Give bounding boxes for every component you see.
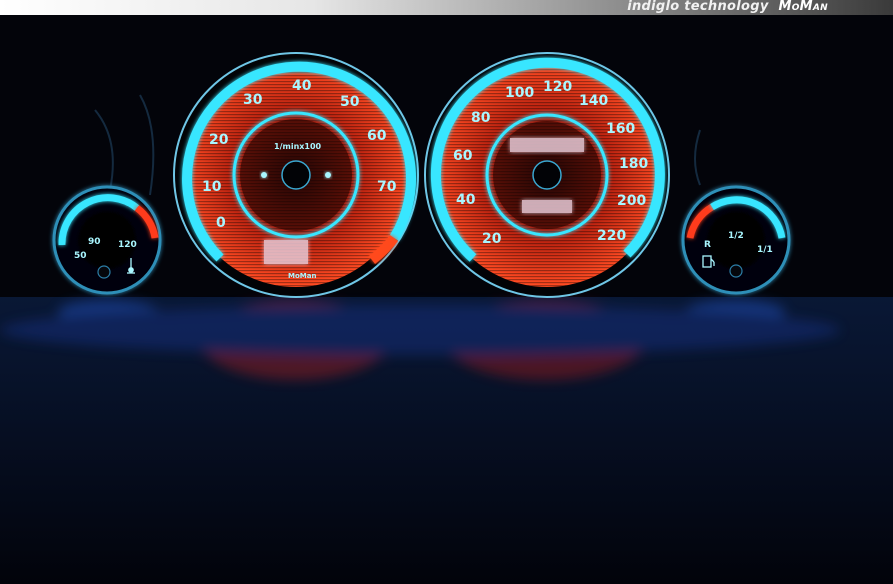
tacho-label-10: 10 xyxy=(202,179,222,195)
temperature-gauge: 50 90 120 xyxy=(52,185,162,295)
tacho-label-50: 50 xyxy=(340,94,360,110)
speedo-label-200: 200 xyxy=(617,193,646,209)
speedo-odometer-window xyxy=(510,138,584,152)
speedo-trip-window xyxy=(522,200,572,213)
tacho-label-70: 70 xyxy=(377,179,397,195)
banner-tech-text: indiglo technology xyxy=(627,0,769,14)
speedometer: 20 40 60 80 100 120 140 160 180 200 220 xyxy=(424,52,670,298)
fuel-gauge: R 1/2 1/1 xyxy=(681,185,791,295)
fuel-needle-hub xyxy=(729,264,743,278)
tacho-label-0: 0 xyxy=(216,215,226,231)
speedo-needle-hub xyxy=(532,160,562,190)
tacho-needle-hub xyxy=(281,160,311,190)
speedo-label-40: 40 xyxy=(456,192,476,208)
instrument-cluster-photo: 50 90 120 1/minx100 0 10 20 30 40 50 60 … xyxy=(0,52,893,584)
tacho-label-30: 30 xyxy=(243,92,263,108)
tacho-maker-mark: MoMan xyxy=(288,272,316,280)
banner-brand: indiglo technology MoMan xyxy=(627,0,828,14)
speedo-label-20: 20 xyxy=(482,231,502,247)
banner-logo-text: MoMan xyxy=(778,0,828,14)
temp-needle-hub xyxy=(97,265,111,279)
top-banner: indiglo technology MoMan xyxy=(0,0,893,15)
temp-label-90: 90 xyxy=(88,237,101,247)
speedo-label-160: 160 xyxy=(606,121,635,137)
speedo-label-220: 220 xyxy=(597,228,626,244)
speedo-label-180: 180 xyxy=(619,156,648,172)
tacho-unit-label: 1/minx100 xyxy=(274,142,322,151)
speedo-label-120: 120 xyxy=(543,79,572,95)
speedo-label-80: 80 xyxy=(471,110,491,126)
temp-label-50: 50 xyxy=(74,251,87,261)
fuel-label-full: 1/1 xyxy=(757,245,773,255)
tacho-label-40: 40 xyxy=(292,78,312,94)
speedo-label-100: 100 xyxy=(505,85,534,101)
tachometer: 1/minx100 0 10 20 30 40 50 60 70 MoMan xyxy=(173,52,419,298)
fuel-label-half: 1/2 xyxy=(728,231,744,241)
tacho-label-60: 60 xyxy=(367,128,387,144)
fuel-label-reserve: R xyxy=(704,240,711,250)
speedo-label-60: 60 xyxy=(453,148,473,164)
tacho-label-20: 20 xyxy=(209,132,229,148)
temp-label-120: 120 xyxy=(118,240,137,250)
speedo-label-140: 140 xyxy=(579,93,608,109)
tacho-warning-window xyxy=(264,240,308,264)
